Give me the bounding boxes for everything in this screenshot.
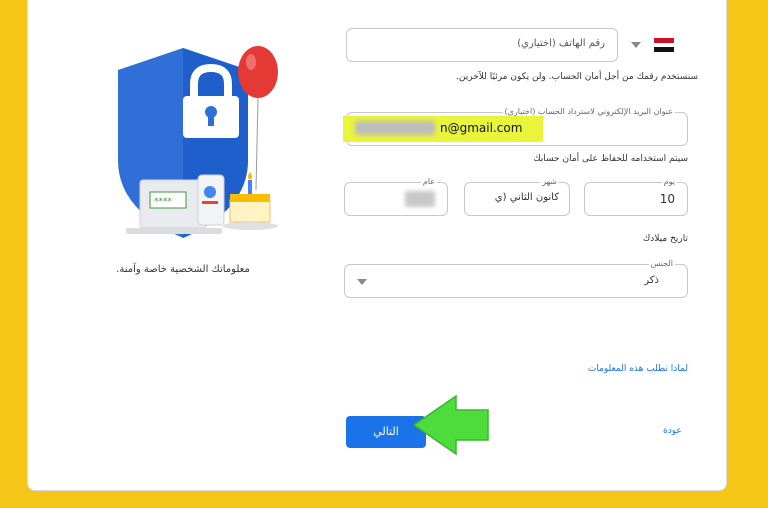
chevron-down-icon[interactable] — [631, 42, 641, 48]
signup-card: **** معلوماتك الشخصية خاصة وآمنة. رقم ال… — [27, 0, 727, 491]
back-link[interactable]: عودة — [663, 426, 682, 436]
security-illustration: **** — [118, 46, 278, 238]
pointer-arrow-icon — [412, 394, 489, 456]
balloon-icon — [238, 46, 278, 98]
phone-placeholder: رقم الهاتف (اختياري) — [517, 38, 605, 49]
birthday-title: تاريخ ميلادك — [642, 234, 688, 244]
day-label: يوم — [661, 177, 677, 186]
phone-icon — [197, 174, 225, 226]
redacted-text — [355, 121, 435, 135]
email-note: سيتم استخدامه للحفاظ على أمان حسابك — [533, 154, 688, 164]
chevron-down-icon — [357, 279, 367, 285]
recovery-email-label: عنوان البريد الإلكتروني لاسترداد الحساب … — [502, 107, 675, 116]
privacy-caption: معلوماتك الشخصية خاصة وآمنة. — [116, 264, 250, 275]
month-value: كانون الثاني (ي — [494, 192, 559, 203]
day-input[interactable]: يوم 10 — [584, 177, 688, 216]
svg-text:****: **** — [154, 197, 173, 207]
recovery-email-value: n@gmail.com — [440, 121, 523, 135]
cake-icon — [229, 199, 271, 223]
redacted-year — [405, 191, 435, 207]
year-label: عام — [420, 177, 437, 186]
day-value: 10 — [659, 192, 675, 206]
month-label: شهر — [540, 177, 559, 186]
gender-value: ذكر — [644, 275, 659, 286]
why-info-link[interactable]: لماذا نطلب هذه المعلومات — [538, 364, 688, 374]
month-select[interactable]: شهر كانون الثاني (ي — [464, 177, 570, 216]
year-input[interactable]: عام — [344, 177, 448, 216]
gender-select[interactable]: الجنس ذكر — [344, 259, 688, 298]
gender-label: الجنس — [648, 259, 675, 268]
phone-input[interactable]: رقم الهاتف (اختياري) — [346, 28, 618, 62]
egypt-flag-icon[interactable] — [654, 38, 674, 52]
phone-note: سنستخدم رقمك من أجل أمان الحساب. ولن يكو… — [456, 72, 698, 82]
